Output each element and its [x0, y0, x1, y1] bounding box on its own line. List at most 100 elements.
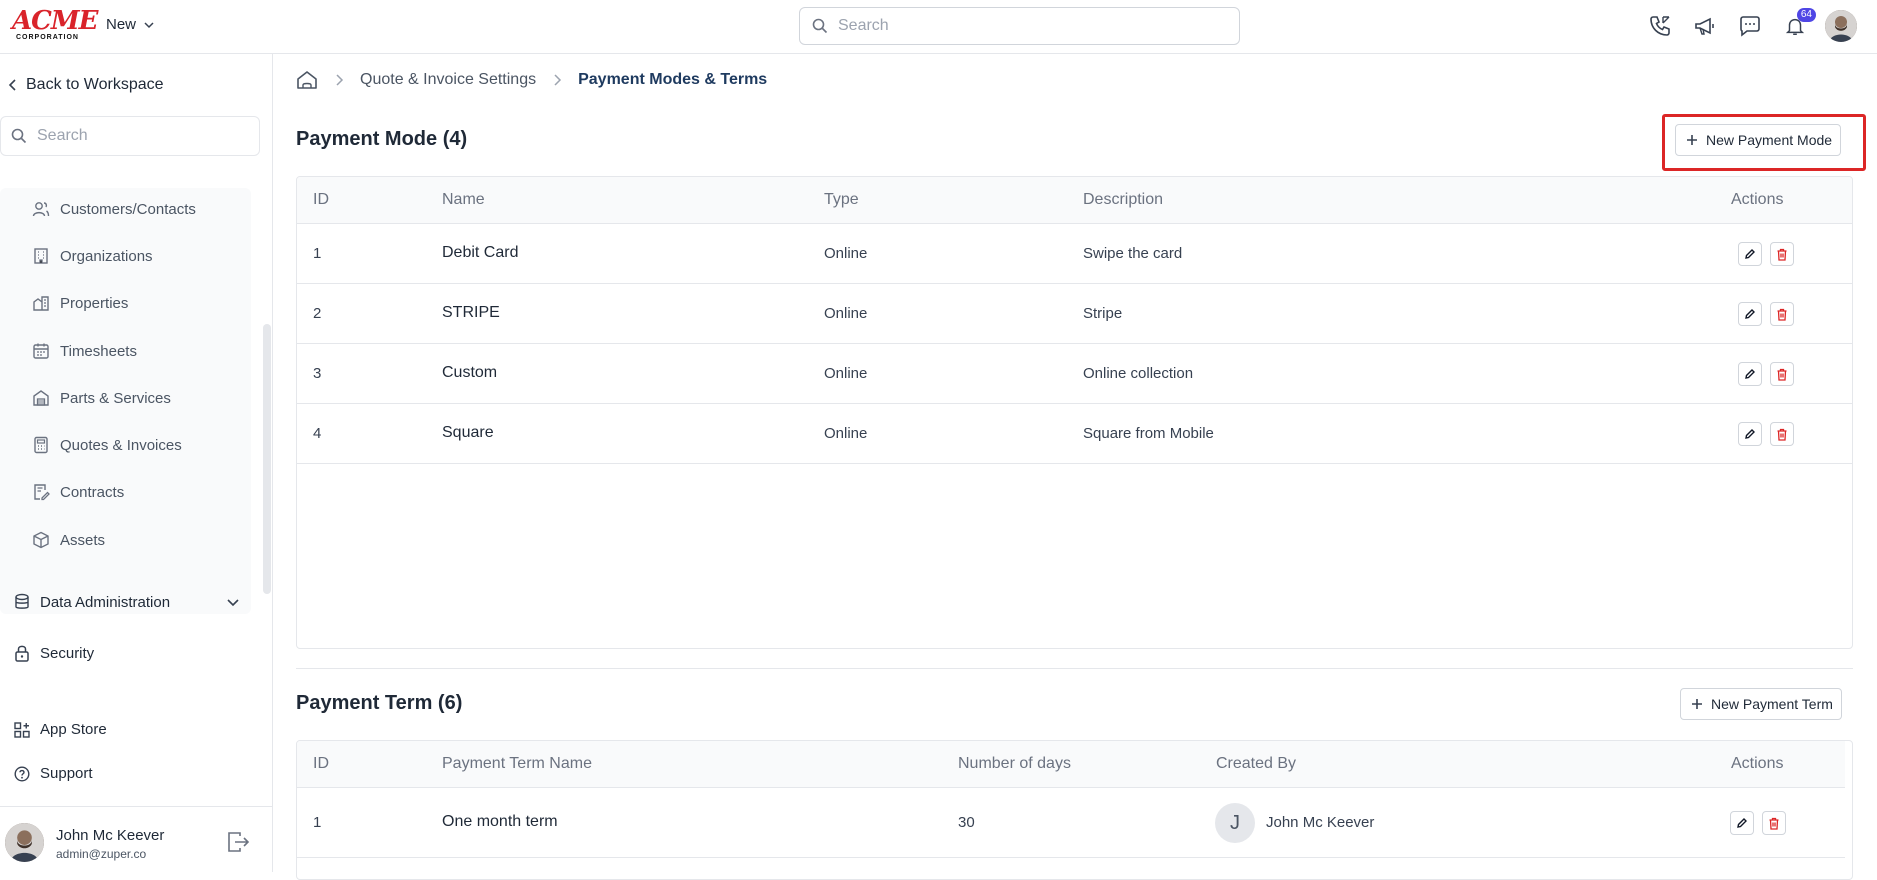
- sidebar-search-input[interactable]: [37, 127, 237, 145]
- global-search[interactable]: [799, 7, 1240, 45]
- sidebar-item-label: Customers/Contacts: [60, 200, 196, 218]
- back-to-workspace-link[interactable]: Back to Workspace: [8, 76, 164, 94]
- edit-icon[interactable]: [1738, 422, 1762, 446]
- sidebar-item-label: Organizations: [60, 247, 153, 265]
- table-row[interactable]: 4 Square Online Square from Mobile: [297, 404, 1852, 464]
- new-payment-term-label: New Payment Term: [1711, 696, 1833, 712]
- sidebar-item-assets[interactable]: Assets: [32, 531, 105, 549]
- sidebar-item-label: Properties: [60, 294, 129, 312]
- chevron-down-icon: [144, 21, 154, 28]
- payment-mode-table: ID Name Type Description Actions 1 Debit…: [296, 176, 1853, 649]
- sidebar: Back to Workspace Customers/Contacts Org…: [0, 54, 273, 872]
- row-creator: John Mc Keever: [1266, 814, 1375, 831]
- row-id: 2: [313, 305, 322, 322]
- row-type: Online: [824, 305, 868, 322]
- table-row[interactable]: 1 One month term 30 J John Mc Keever: [297, 788, 1845, 858]
- user-profile-box: John Mc Keever admin@zuper.co: [0, 806, 273, 872]
- bell-icon[interactable]: 64: [1780, 8, 1816, 41]
- sidebar-item-quotes-invoices[interactable]: Quotes & Invoices: [32, 436, 182, 454]
- breadcrumb: Quote & Invoice Settings Payment Modes &…: [296, 70, 767, 90]
- sidebar-item-label: Quotes & Invoices: [60, 436, 182, 454]
- delete-icon[interactable]: [1770, 302, 1794, 326]
- chevron-down-icon: [227, 599, 239, 607]
- row-type: Online: [824, 365, 868, 382]
- row-id: 1: [313, 245, 322, 262]
- new-menu-button[interactable]: New: [106, 16, 154, 33]
- delete-icon[interactable]: [1770, 422, 1794, 446]
- column-header: Actions: [1731, 755, 1784, 772]
- user-email: admin@zuper.co: [56, 847, 147, 861]
- sidebar-item-timesheets[interactable]: Timesheets: [32, 342, 137, 360]
- delete-icon[interactable]: [1770, 362, 1794, 386]
- edit-icon[interactable]: [1738, 362, 1762, 386]
- search-icon: [812, 18, 828, 34]
- edit-icon[interactable]: [1738, 242, 1762, 266]
- column-header: Name: [442, 191, 485, 208]
- help-circle-icon: [14, 765, 30, 782]
- column-header: Description: [1083, 191, 1164, 208]
- sidebar-item-properties[interactable]: Properties: [32, 294, 128, 312]
- sidebar-item-parts-services[interactable]: Parts & Services: [32, 389, 171, 407]
- column-header: Number of days: [958, 755, 1071, 772]
- sidebar-item-label: Support: [40, 765, 93, 782]
- sidebar-item-organizations[interactable]: Organizations: [32, 247, 153, 265]
- sidebar-item-label: App Store: [40, 721, 107, 738]
- sidebar-item-customers[interactable]: Customers/Contacts: [32, 200, 196, 218]
- warehouse-icon: [33, 390, 49, 406]
- new-payment-term-button[interactable]: New Payment Term: [1680, 688, 1842, 720]
- sidebar-item-label: Contracts: [60, 483, 125, 501]
- cube-icon: [33, 531, 49, 549]
- creator-avatar: J: [1215, 803, 1255, 843]
- row-type: Online: [824, 425, 868, 442]
- table-header: ID Payment Term Name Number of days Crea…: [297, 741, 1845, 788]
- sidebar-item-support[interactable]: Support: [14, 765, 93, 782]
- back-label: Back to Workspace: [26, 76, 164, 93]
- table-row[interactable]: 1 Debit Card Online Swipe the card: [297, 224, 1852, 284]
- table-row[interactable]: 2 STRIPE Online Stripe: [297, 284, 1852, 344]
- section-divider: [296, 668, 1853, 669]
- megaphone-icon[interactable]: [1690, 11, 1720, 41]
- column-header: ID: [313, 191, 329, 208]
- phone-icon[interactable]: [1645, 11, 1675, 41]
- new-payment-mode-button[interactable]: New Payment Mode: [1675, 124, 1842, 156]
- sidebar-item-app-store[interactable]: App Store: [14, 721, 107, 738]
- logout-icon[interactable]: [226, 831, 250, 858]
- calendar-icon: [33, 343, 49, 359]
- table-row[interactable]: 3 Custom Online Online collection: [297, 344, 1852, 404]
- row-description: Stripe: [1083, 305, 1123, 322]
- breadcrumb-quote-invoice-settings[interactable]: Quote & Invoice Settings: [360, 71, 536, 89]
- users-icon: [32, 202, 50, 217]
- sidebar-item-label: Timesheets: [60, 342, 137, 360]
- sidebar-item-label: Parts & Services: [60, 389, 171, 407]
- top-bar: ACME CORPORATION New 64: [0, 0, 1877, 54]
- delete-icon[interactable]: [1762, 811, 1786, 835]
- sidebar-item-security[interactable]: Security: [14, 644, 94, 662]
- home-icon[interactable]: [296, 70, 318, 90]
- property-icon: [33, 296, 49, 311]
- sidebar-item-data-administration[interactable]: Data Administration: [14, 593, 239, 611]
- row-id: 1: [313, 814, 322, 831]
- row-description: Swipe the card: [1083, 245, 1183, 262]
- avatar[interactable]: [5, 823, 44, 862]
- column-header: Payment Term Name: [442, 755, 592, 772]
- search-icon: [11, 128, 27, 144]
- apps-icon: [14, 721, 30, 738]
- edit-icon[interactable]: [1730, 811, 1754, 835]
- user-name: John Mc Keever: [56, 827, 165, 844]
- chat-icon[interactable]: [1735, 11, 1765, 41]
- sidebar-item-contracts[interactable]: Contracts: [32, 483, 124, 501]
- user-avatar[interactable]: [1825, 10, 1857, 42]
- column-header: Type: [824, 191, 859, 208]
- sidebar-scrollbar[interactable]: [263, 324, 271, 594]
- delete-icon[interactable]: [1770, 242, 1794, 266]
- edit-icon[interactable]: [1738, 302, 1762, 326]
- global-search-input[interactable]: [838, 17, 1218, 35]
- payment-term-table: ID Payment Term Name Number of days Crea…: [296, 740, 1853, 880]
- lock-icon: [15, 645, 29, 662]
- row-description: Online collection: [1083, 365, 1194, 382]
- acme-logo[interactable]: ACME CORPORATION: [12, 8, 98, 41]
- chevron-left-icon: [8, 79, 16, 91]
- sidebar-search[interactable]: [0, 116, 260, 156]
- plus-icon: [1687, 135, 1697, 145]
- plus-icon: [1692, 699, 1702, 709]
